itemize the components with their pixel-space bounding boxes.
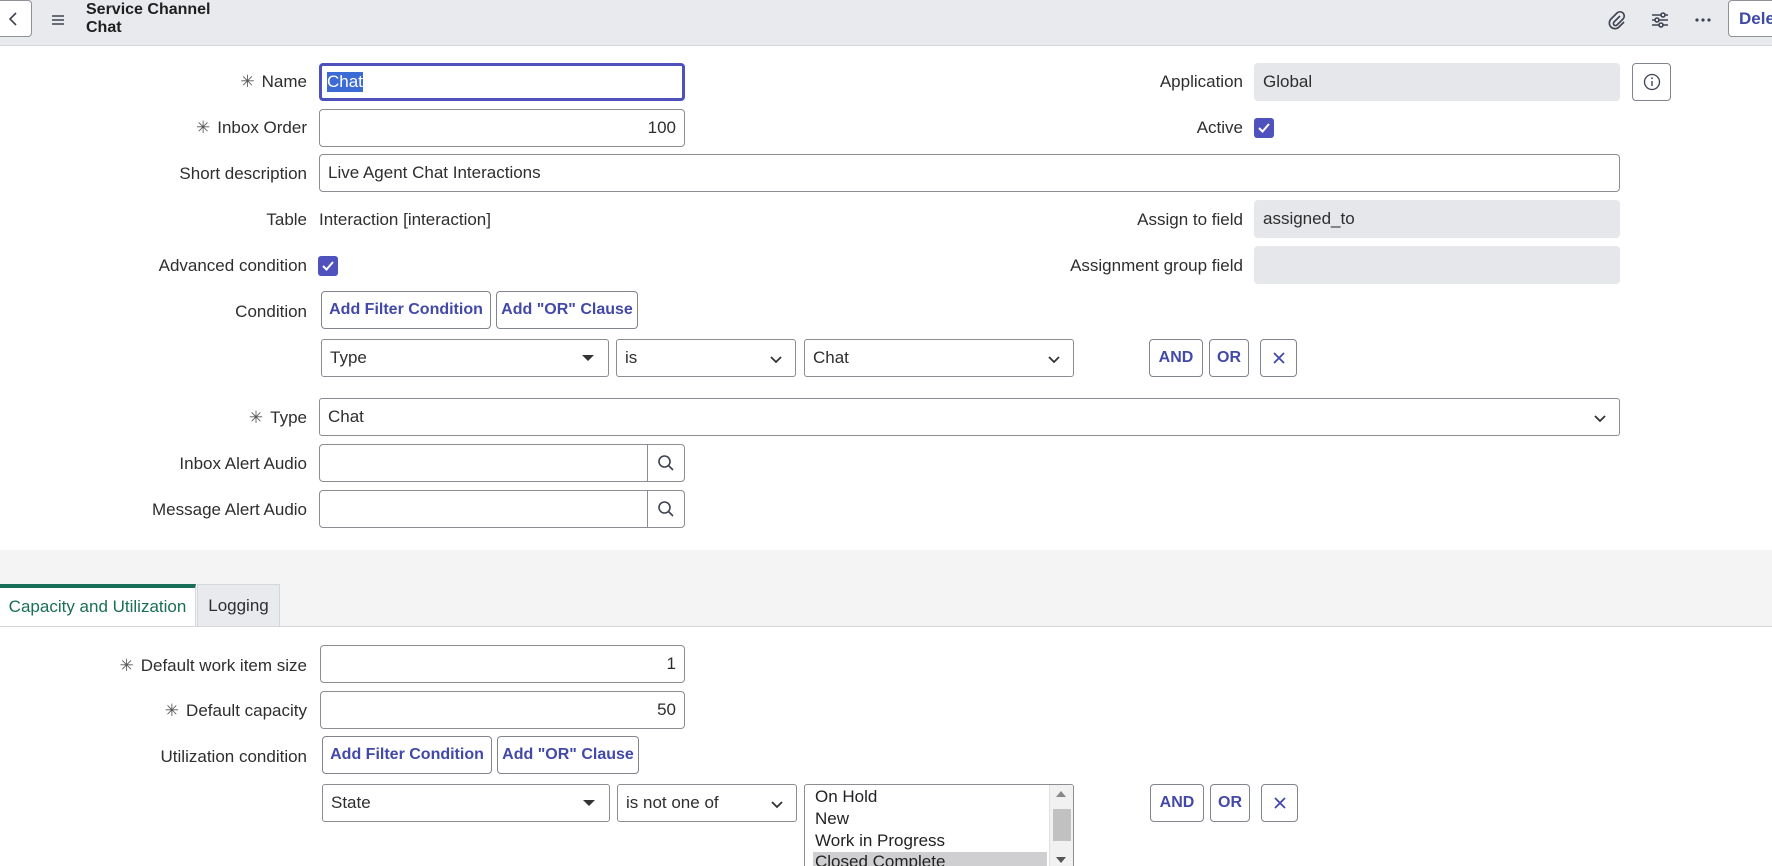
- record-type-title: Service Channel: [86, 1, 211, 18]
- or-button[interactable]: OR: [1209, 339, 1249, 377]
- checkmark-icon: [322, 261, 334, 271]
- assign-to-field-value: assigned_to: [1254, 200, 1620, 238]
- more-icon[interactable]: [1689, 6, 1717, 34]
- name-label: ✳ Name: [240, 72, 307, 91]
- inbox-order-input[interactable]: 100: [319, 109, 685, 147]
- remove-condition-button[interactable]: [1260, 339, 1297, 377]
- required-star-icon: ✳: [240, 72, 255, 91]
- scroll-up-arrow-icon[interactable]: [1056, 791, 1066, 797]
- advanced-condition-checkbox[interactable]: [318, 256, 338, 276]
- assignment-group-field-value: [1254, 246, 1620, 284]
- close-icon: [1272, 352, 1285, 364]
- list-item[interactable]: New: [815, 809, 849, 829]
- utilization-operator-value: is not one of: [626, 793, 719, 812]
- delete-button[interactable]: Dele: [1728, 0, 1772, 37]
- back-icon: [8, 11, 17, 26]
- table-value: Interaction [interaction]: [319, 210, 491, 229]
- advanced-condition-label: Advanced condition: [158, 256, 307, 275]
- close-icon: [1273, 797, 1286, 809]
- short-description-input[interactable]: Live Agent Chat Interactions: [319, 154, 1620, 192]
- condition-label: Condition: [235, 302, 307, 321]
- inbox-alert-audio-input[interactable]: [319, 444, 648, 482]
- application-field: Global: [1254, 63, 1620, 101]
- short-description-label: Short description: [179, 164, 307, 183]
- checkmark-icon: [1258, 123, 1270, 133]
- default-work-item-size-input[interactable]: 1: [320, 645, 685, 683]
- default-capacity-input[interactable]: 50: [320, 691, 685, 729]
- tab-capacity-and-utilization[interactable]: Capacity and Utilization: [0, 584, 196, 626]
- list-item[interactable]: On Hold: [815, 787, 877, 807]
- list-item[interactable]: Closed Complete: [815, 852, 945, 866]
- chevron-down-icon: [770, 356, 782, 364]
- listbox-scrollbar[interactable]: [1049, 785, 1073, 866]
- required-star-icon: ✳: [195, 118, 211, 137]
- info-icon: [1643, 73, 1660, 91]
- add-filter-condition-button[interactable]: Add Filter Condition: [321, 291, 491, 329]
- type-select-value: Chat: [328, 407, 364, 426]
- inbox-alert-audio-label: Inbox Alert Audio: [179, 454, 307, 473]
- utilization-values-listbox[interactable]: On Hold New Work in Progress Closed Comp…: [804, 784, 1074, 866]
- and-button[interactable]: AND: [1149, 339, 1203, 377]
- default-work-item-size-label: ✳ Default work item size: [119, 656, 307, 675]
- required-star-icon: ✳: [164, 701, 180, 720]
- message-alert-audio-label: Message Alert Audio: [152, 500, 307, 519]
- condition-value-value: Chat: [813, 348, 849, 367]
- required-star-icon: ✳: [119, 656, 134, 675]
- assignment-group-field-label: Assignment group field: [1070, 256, 1243, 275]
- search-icon: [658, 455, 674, 471]
- assign-to-field-label: Assign to field: [1137, 210, 1243, 229]
- type-select[interactable]: Chat: [319, 398, 1620, 436]
- scrollbar-thumb[interactable]: [1053, 809, 1071, 841]
- add-or-clause-button[interactable]: Add "OR" Clause: [497, 736, 639, 774]
- settings-sliders-icon[interactable]: [1646, 6, 1674, 34]
- or-button[interactable]: OR: [1210, 784, 1250, 822]
- required-star-icon: ✳: [248, 408, 264, 427]
- utilization-operator-select[interactable]: is not one of: [617, 784, 797, 822]
- name-input-value: Chat: [327, 72, 363, 92]
- table-label: Table: [266, 210, 307, 229]
- active-checkbox[interactable]: [1254, 118, 1274, 138]
- inbox-order-label: ✳ Inbox Order: [195, 118, 307, 137]
- utilization-field-value: State: [331, 793, 371, 812]
- tab-bar-border: [0, 626, 1772, 627]
- condition-value-select[interactable]: Chat: [804, 339, 1074, 377]
- application-info-button[interactable]: [1632, 63, 1671, 101]
- name-input[interactable]: Chat: [319, 63, 685, 101]
- add-or-clause-button[interactable]: Add "OR" Clause: [496, 291, 638, 329]
- search-icon: [658, 501, 674, 517]
- condition-field-select[interactable]: Type: [321, 339, 609, 377]
- chevron-down-icon: [1048, 356, 1060, 364]
- utilization-condition-label: Utilization condition: [160, 747, 307, 766]
- application-label: Application: [1159, 72, 1243, 91]
- utilization-field-select[interactable]: State: [322, 784, 610, 822]
- condition-operator-select[interactable]: is: [616, 339, 796, 377]
- active-label: Active: [1196, 118, 1243, 137]
- menu-icon[interactable]: [44, 6, 72, 34]
- condition-field-value: Type: [330, 348, 367, 367]
- default-capacity-label: ✳ Default capacity: [164, 701, 307, 720]
- paperclip-icon[interactable]: [1603, 6, 1631, 34]
- record-name-title: Chat: [86, 19, 122, 36]
- message-alert-audio-lookup-button[interactable]: [647, 490, 685, 528]
- back-button[interactable]: [0, 0, 32, 37]
- form-header: Service Channel Chat Dele: [0, 0, 1772, 46]
- dropdown-triangle-icon: [583, 800, 595, 806]
- and-button[interactable]: AND: [1150, 784, 1204, 822]
- remove-condition-button[interactable]: [1261, 784, 1298, 822]
- tab-logging[interactable]: Logging: [197, 584, 280, 626]
- dropdown-triangle-icon: [582, 355, 594, 361]
- inbox-alert-audio-lookup-button[interactable]: [647, 444, 685, 482]
- chevron-down-icon: [1594, 415, 1606, 423]
- add-filter-condition-button[interactable]: Add Filter Condition: [322, 736, 492, 774]
- message-alert-audio-input[interactable]: [319, 490, 648, 528]
- type-label: ✳ Type: [248, 408, 307, 427]
- list-item[interactable]: Work in Progress: [815, 831, 945, 851]
- condition-operator-value: is: [625, 348, 638, 367]
- chevron-down-icon: [771, 801, 783, 809]
- scroll-down-arrow-icon[interactable]: [1056, 857, 1066, 863]
